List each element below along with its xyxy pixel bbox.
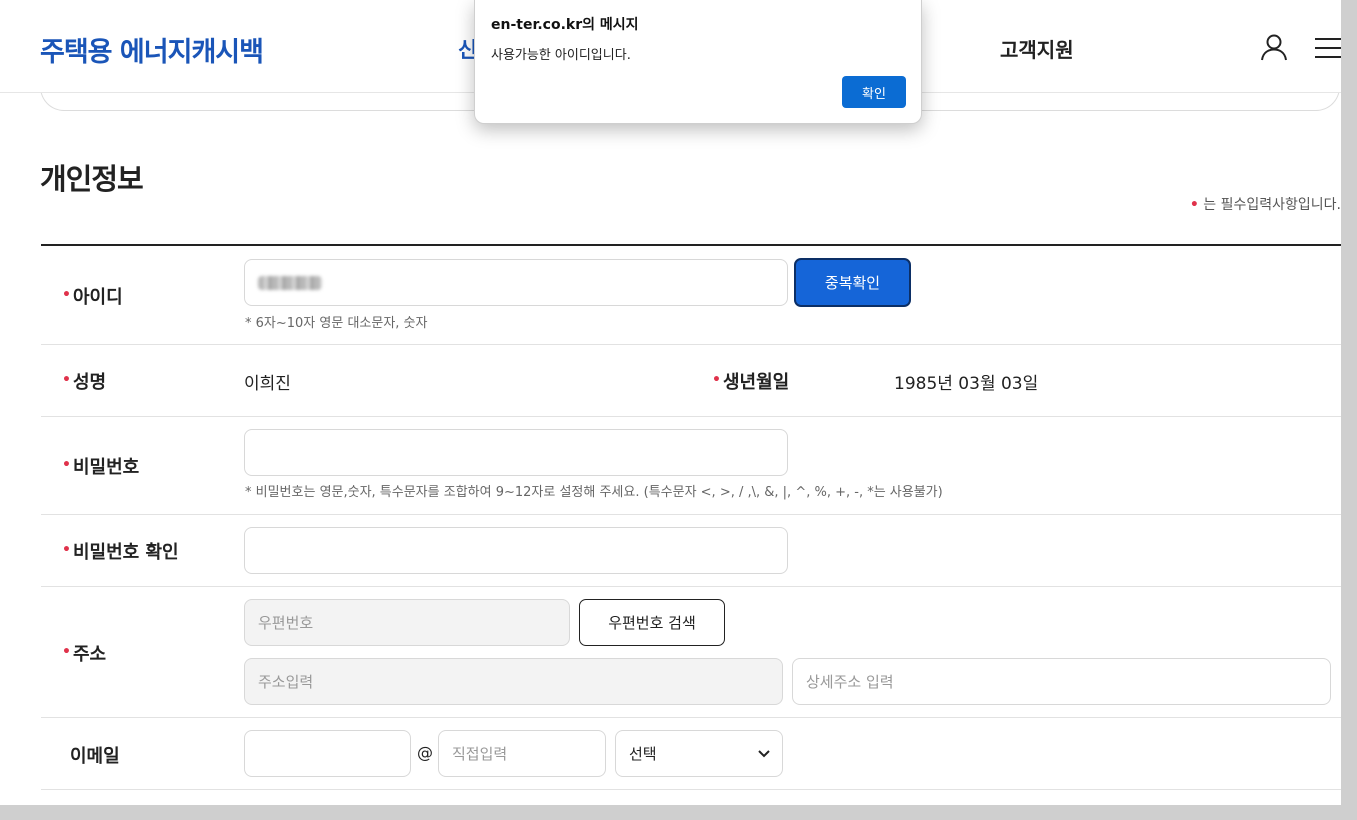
address-detail-input[interactable]: 상세주소 입력: [792, 658, 1331, 705]
email-domain-input[interactable]: 직접입력: [438, 730, 606, 777]
row-divider: [41, 586, 1341, 587]
id-hint: * 6자~10자 영문 대소문자, 숫자: [245, 316, 428, 331]
row-divider: [41, 514, 1341, 515]
row-divider: [41, 344, 1341, 345]
dialog-title: en-ter.co.kr의 메시지: [491, 17, 639, 33]
required-note-text: 는 필수입력사항입니다.: [1203, 197, 1341, 213]
email-at-sign: @: [417, 743, 433, 762]
zipcode-placeholder: 우편번호: [258, 614, 314, 632]
password-confirm-input[interactable]: [244, 527, 788, 574]
window-frame-bottom: [0, 805, 1357, 820]
email-domain-select[interactable]: 선택: [615, 730, 783, 777]
email-domain-placeholder: 직접입력: [452, 745, 508, 763]
address-label: • 주소: [62, 640, 106, 666]
required-dot: •: [712, 372, 721, 388]
required-note: • 는 필수입력사항입니다.: [1190, 194, 1341, 214]
address-placeholder: 주소입력: [258, 673, 314, 691]
birth-value: 1985년 03월 03일: [894, 374, 1039, 394]
section-title: 개인정보: [40, 162, 144, 196]
zipcode-search-button[interactable]: 우편번호 검색: [579, 599, 725, 646]
birth-label: • 생년월일: [712, 368, 789, 394]
password-label: • 비밀번호: [62, 453, 139, 479]
required-dot: •: [62, 372, 71, 388]
password-input[interactable]: [244, 429, 788, 476]
row-divider: [41, 789, 1341, 790]
nav-item-support[interactable]: 고객지원: [1000, 34, 1074, 63]
id-label: • 아이디: [62, 283, 123, 309]
duplicate-check-button[interactable]: 중복확인: [794, 258, 911, 307]
name-label: • 성명: [62, 368, 106, 394]
email-id-input[interactable]: [244, 730, 411, 777]
hamburger-menu-icon[interactable]: [1315, 37, 1341, 59]
dialog-ok-button[interactable]: 확인: [842, 76, 906, 108]
row-divider: [41, 416, 1341, 417]
address-label-text: 주소: [72, 644, 107, 665]
required-dot: •: [62, 287, 71, 303]
id-label-text: 아이디: [72, 287, 123, 308]
chevron-down-icon: [758, 749, 770, 757]
email-label: 이메일: [70, 746, 120, 767]
blurred-id-value: [258, 275, 322, 290]
zipcode-input[interactable]: 우편번호: [244, 599, 570, 646]
address-input[interactable]: 주소입력: [244, 658, 783, 705]
name-value: 이희진: [244, 374, 291, 394]
required-dot: •: [62, 457, 71, 473]
required-dot: •: [1189, 197, 1199, 213]
required-dot: •: [62, 542, 71, 558]
email-select-value: 선택: [629, 745, 657, 763]
password-label-text: 비밀번호: [72, 457, 140, 478]
id-input[interactable]: [244, 259, 788, 306]
dialog-message: 사용가능한 아이디입니다.: [491, 48, 631, 63]
name-label-text: 성명: [72, 372, 107, 393]
row-divider: [41, 717, 1341, 718]
required-dot: •: [62, 644, 71, 660]
form-top-rule: [41, 244, 1341, 246]
site-logo[interactable]: 주택용 에너지캐시백: [40, 30, 264, 69]
password-confirm-label-text: 비밀번호 확인: [72, 542, 179, 563]
birth-label-text: 생년월일: [722, 372, 790, 393]
address-detail-placeholder: 상세주소 입력: [806, 673, 894, 691]
password-hint: * 비밀번호는 영문,숫자, 특수문자를 조합하여 9~12자로 설정해 주세요…: [245, 485, 943, 500]
user-icon[interactable]: [1260, 33, 1288, 61]
window-frame-right: [1341, 0, 1357, 820]
password-confirm-label: • 비밀번호 확인: [62, 538, 179, 564]
